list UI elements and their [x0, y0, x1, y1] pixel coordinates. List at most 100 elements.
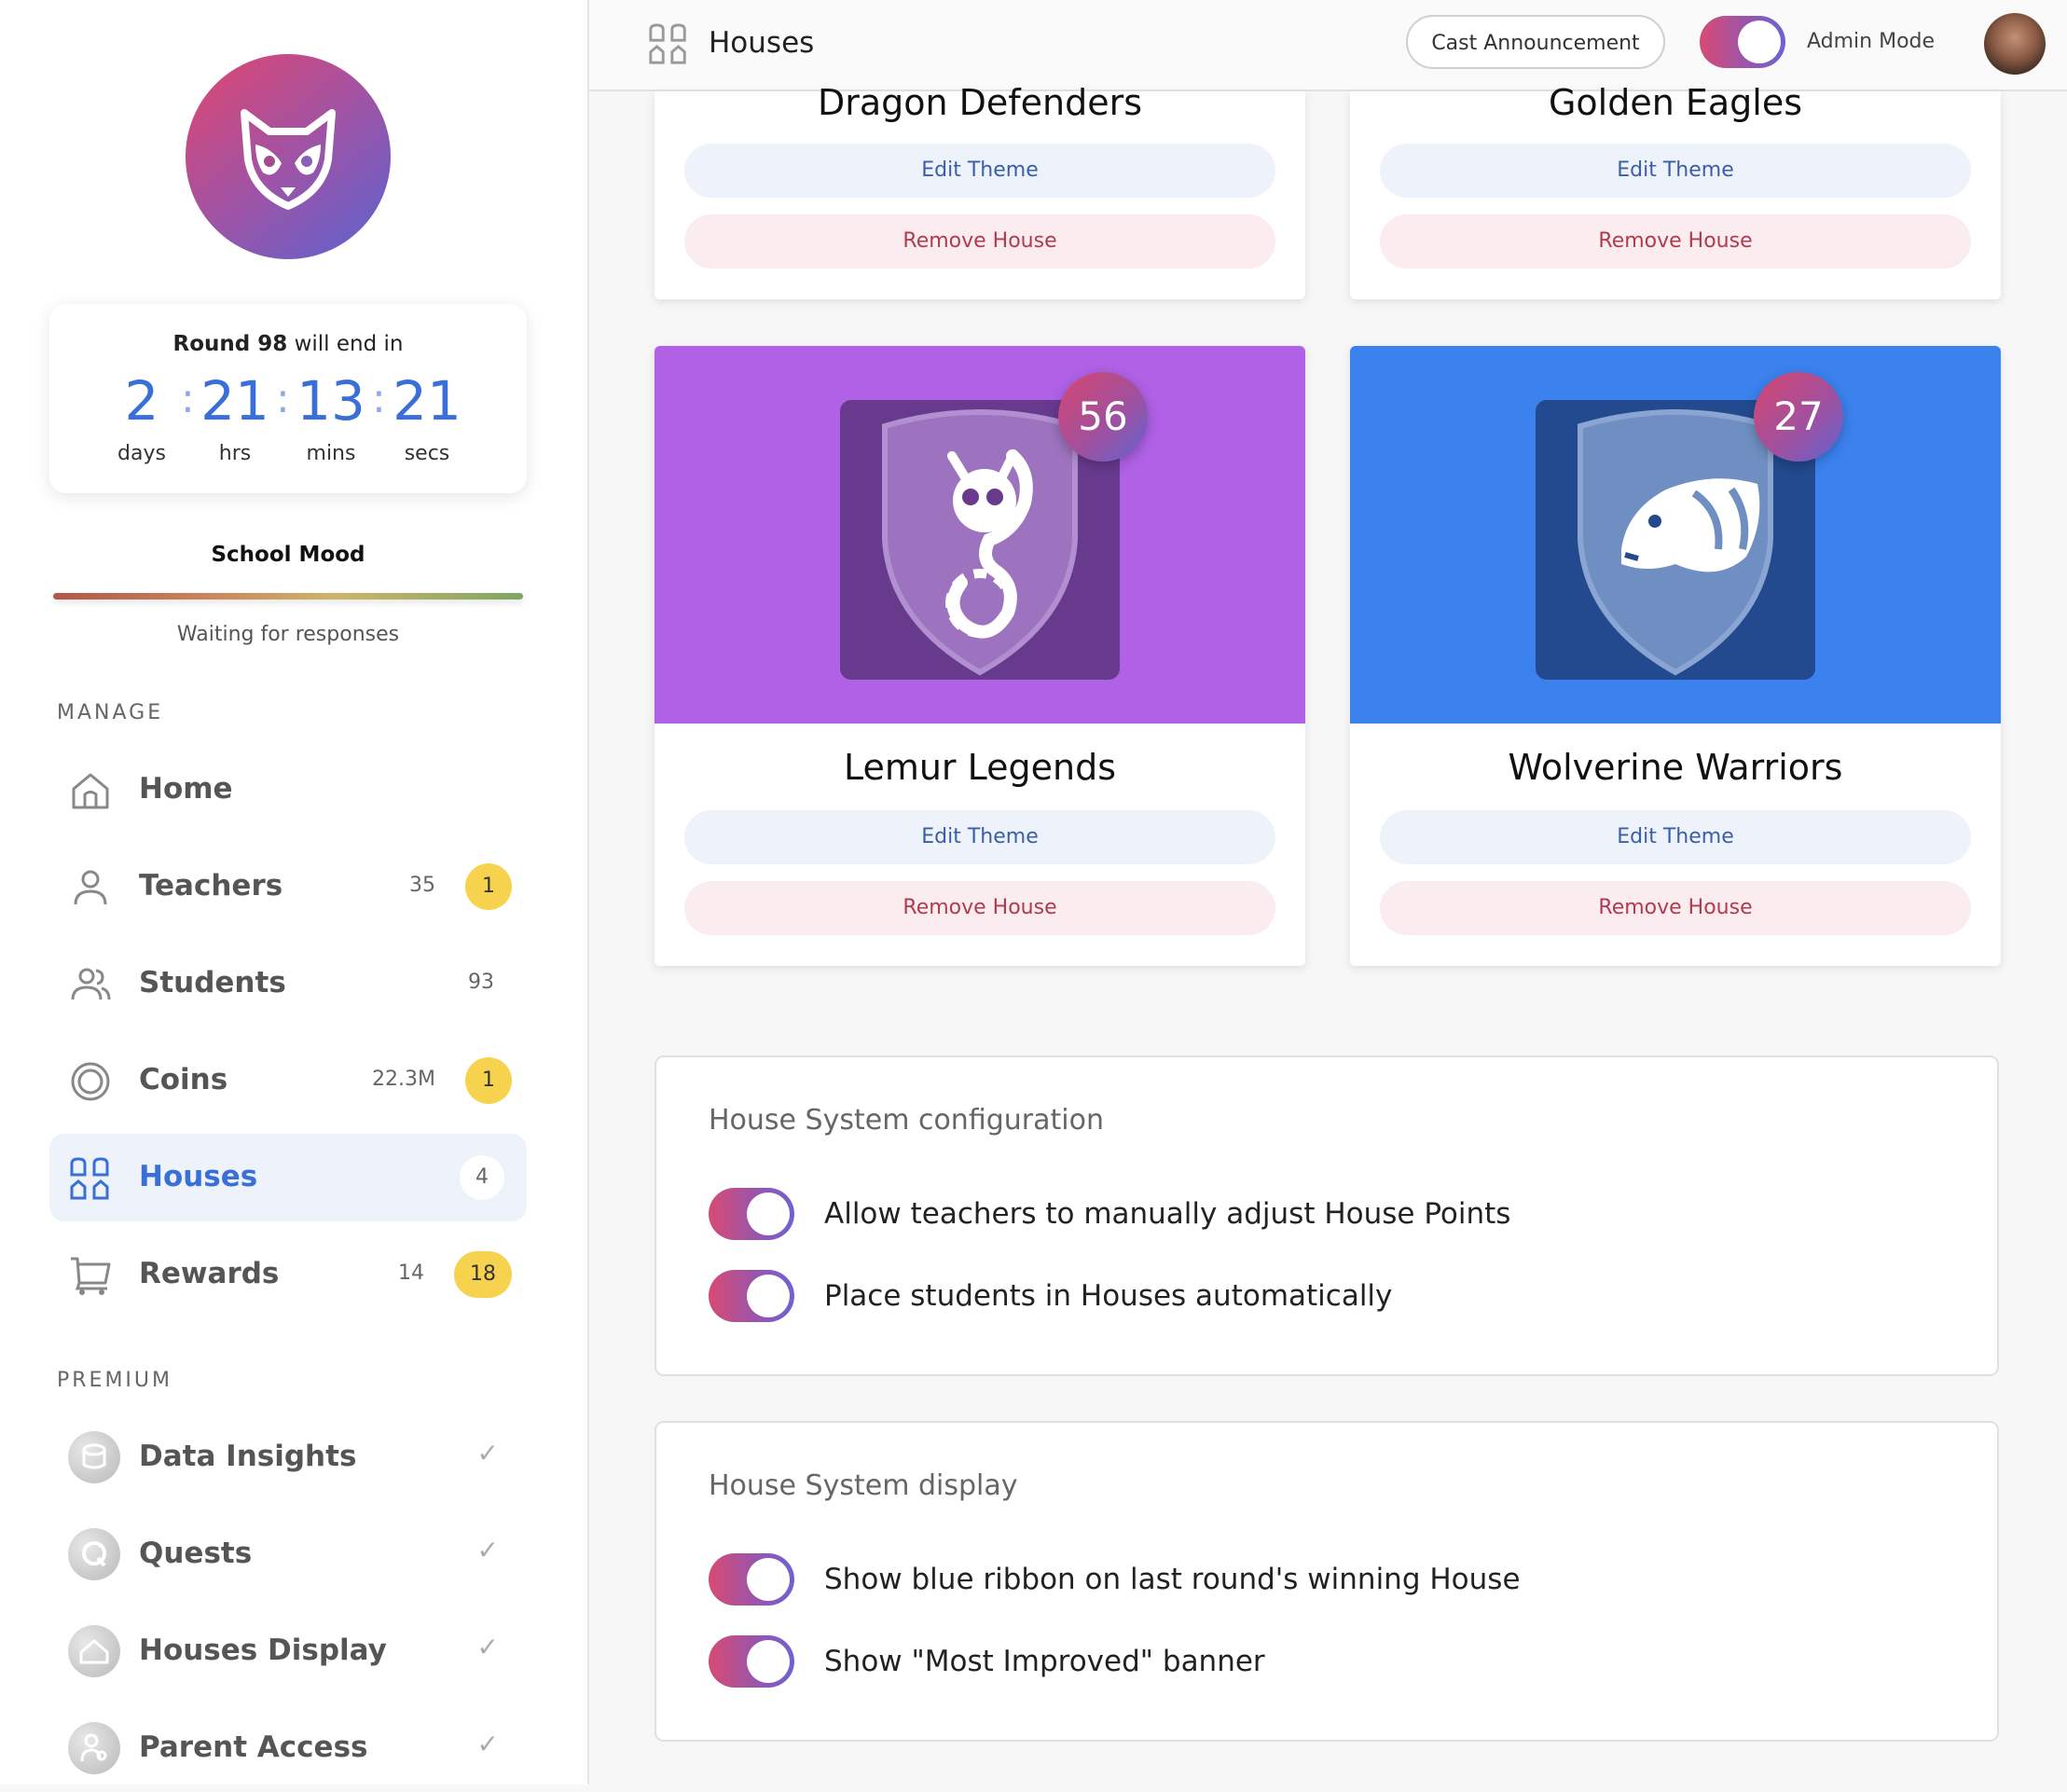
option-label: Show blue ribbon on last round's winning… [824, 1563, 1521, 1596]
house-system-display-panel: House System display Show blue ribbon on… [655, 1421, 1999, 1742]
sidebar-item-label: Teachers [139, 869, 283, 903]
sidebar-item-coins[interactable]: Coins 22.3M 1 [49, 1037, 527, 1124]
timer-mins-label: mins [306, 442, 356, 465]
check-icon: ✓ [476, 1438, 499, 1468]
house-name: Golden Eagles [1548, 82, 1803, 123]
sidebar-item-houses-display[interactable]: Houses Display ✓ [49, 1607, 527, 1695]
sidebar-item-rewards[interactable]: Rewards 14 18 [49, 1231, 527, 1318]
timer-secs: 21 [393, 369, 462, 433]
remove-house-button[interactable]: Remove House [684, 881, 1275, 935]
blue-ribbon-toggle[interactable] [709, 1553, 794, 1606]
timer-hrs-label: hrs [218, 442, 252, 465]
auto-place-toggle[interactable] [709, 1270, 794, 1322]
option-label: Place students in Houses automatically [824, 1279, 1393, 1313]
house-banner: 27 [1350, 346, 2001, 724]
house-name: Wolverine Warriors [1508, 747, 1843, 788]
house-score-badge: 27 [1754, 372, 1843, 462]
coin-icon [71, 1062, 110, 1101]
toggle-knob [747, 1640, 790, 1683]
students-count: 93 [468, 971, 494, 994]
edit-theme-button[interactable]: Edit Theme [684, 810, 1275, 864]
timer-days-label: days [117, 442, 166, 465]
user-icon [74, 870, 107, 905]
panel-title: House System display [709, 1469, 1018, 1502]
round-suffix: will end in [294, 332, 404, 356]
parent-icon [68, 1722, 120, 1774]
raccoon-logo-icon [241, 109, 336, 210]
school-mood-status: Waiting for responses [176, 623, 400, 646]
coins-notification-badge: 1 [465, 1057, 512, 1104]
timer-secs-label: secs [404, 442, 450, 465]
sidebar-item-label: Students [139, 966, 286, 999]
house-card: Golden Eagles Edit Theme Remove House [1350, 82, 2001, 299]
users-icon [71, 968, 111, 1000]
edit-theme-button[interactable]: Edit Theme [684, 144, 1275, 198]
cast-announcement-button[interactable]: Cast Announcement [1406, 15, 1665, 69]
sidebar-item-data-insights[interactable]: Data Insights ✓ [49, 1413, 527, 1501]
sidebar-item-label: Quests [139, 1537, 253, 1570]
houses-icon [70, 1157, 109, 1200]
round-label: Round 98 [172, 332, 288, 356]
check-icon: ✓ [476, 1535, 499, 1565]
house-card: 27 Wolverine Warriors Edit Theme Remove … [1350, 346, 2001, 966]
sidebar-item-teachers[interactable]: Teachers 35 1 [49, 843, 527, 930]
home-icon [72, 773, 109, 809]
toggle-knob [1738, 21, 1781, 63]
sidebar-item-label: Parent Access [139, 1730, 368, 1764]
sidebar-item-quests[interactable]: Quests ✓ [49, 1510, 527, 1598]
page-title: Houses [709, 26, 815, 60]
house-banner: 56 [655, 346, 1305, 724]
timer-mins: 13 [296, 369, 365, 433]
rewards-count: 14 [398, 1261, 424, 1285]
house-display-icon [68, 1625, 120, 1677]
house-name: Dragon Defenders [817, 82, 1143, 123]
coins-count: 22.3M [372, 1068, 435, 1091]
admin-mode-label: Admin Mode [1807, 30, 1936, 53]
sidebar-item-students[interactable]: Students 93 [49, 940, 527, 1027]
panel-title: House System configuration [709, 1104, 1104, 1137]
rewards-notification-badge: 18 [454, 1251, 512, 1298]
school-mood-title: School Mood [211, 543, 365, 567]
house-name: Lemur Legends [843, 747, 1117, 788]
sidebar-item-label: Home [139, 772, 233, 806]
edit-theme-button[interactable]: Edit Theme [1380, 810, 1971, 864]
house-card: Dragon Defenders Edit Theme Remove House [655, 82, 1305, 299]
app-logo[interactable] [186, 54, 391, 259]
sidebar-item-label: Houses Display [139, 1633, 387, 1667]
database-icon [68, 1431, 120, 1483]
check-icon: ✓ [476, 1632, 499, 1662]
sidebar: Round 98 will end in 2 : 21 : 13 : 21 da… [0, 0, 589, 1785]
toggle-knob [747, 1192, 790, 1235]
sidebar-item-label: Coins [139, 1063, 228, 1096]
remove-house-button[interactable]: Remove House [1380, 881, 1971, 935]
toggle-knob [747, 1558, 790, 1601]
timer-days: 2 [124, 369, 159, 433]
houses-icon [649, 23, 686, 64]
round-timer-title: Round 98 will end in [49, 332, 527, 356]
toggle-knob [747, 1275, 790, 1317]
most-improved-toggle[interactable] [709, 1635, 794, 1688]
sidebar-item-label: Houses [139, 1160, 258, 1193]
sidebar-item-houses[interactable]: Houses 4 [49, 1134, 527, 1221]
edit-theme-button[interactable]: Edit Theme [1380, 144, 1971, 198]
teachers-count: 35 [409, 874, 435, 897]
quest-icon [68, 1528, 120, 1580]
check-icon: ✓ [476, 1729, 499, 1759]
manual-adjust-toggle[interactable] [709, 1188, 794, 1240]
house-score-badge: 56 [1058, 372, 1148, 462]
teachers-notification-badge: 1 [465, 863, 512, 910]
cart-icon [71, 1257, 111, 1295]
avatar[interactable] [1984, 13, 2046, 75]
remove-house-button[interactable]: Remove House [1380, 214, 1971, 269]
top-header: Houses Cast Announcement Admin Mode [589, 0, 2067, 91]
sidebar-item-parent-access[interactable]: Parent Access ✓ [49, 1704, 527, 1792]
remove-house-button[interactable]: Remove House [684, 214, 1275, 269]
sidebar-item-home[interactable]: Home [49, 746, 527, 834]
admin-mode-toggle[interactable] [1700, 16, 1785, 68]
house-system-configuration-panel: House System configuration Allow teacher… [655, 1055, 1999, 1376]
houses-count-badge: 4 [460, 1155, 504, 1200]
sidebar-item-label: Data Insights [139, 1440, 357, 1473]
timer-hrs: 21 [200, 369, 269, 433]
option-label: Allow teachers to manually adjust House … [824, 1197, 1511, 1231]
school-mood-bar [53, 593, 523, 600]
